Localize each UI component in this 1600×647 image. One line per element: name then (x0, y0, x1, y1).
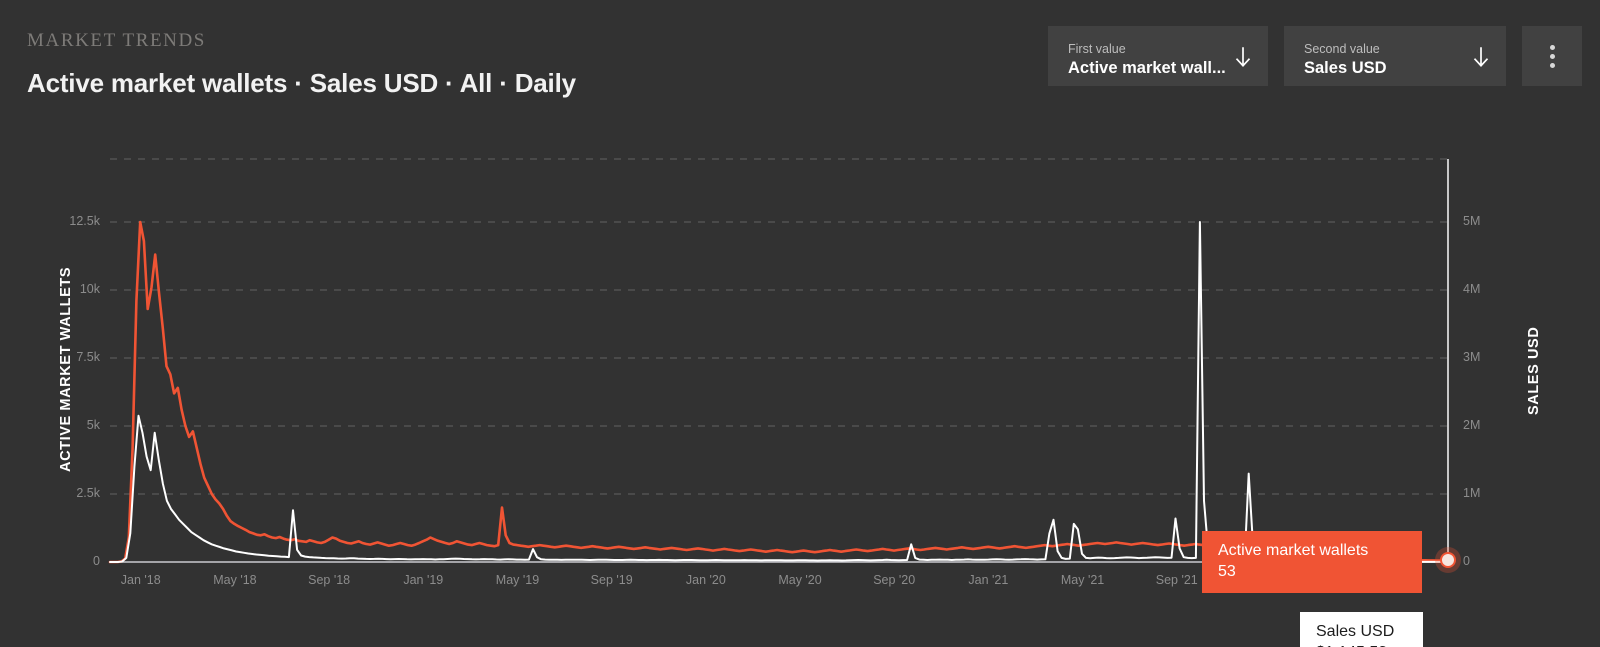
x-tick: Jan '18 (120, 573, 161, 587)
gridlines (110, 158, 1448, 495)
y-tick-left: 0 (93, 554, 100, 568)
y-tick-left: 7.5k (76, 350, 100, 364)
x-tick: May '21 (1060, 573, 1105, 587)
market-trends-chart-page: MARKET TRENDS Active market wallets · Sa… (0, 0, 1600, 647)
chart-controls: First value Active market wall... Second… (1048, 26, 1582, 86)
series-line-sales-usd (109, 221, 1449, 563)
more-options-button[interactable] (1522, 26, 1582, 86)
second-value-value: Sales USD (1304, 59, 1387, 77)
cursor-layer (1435, 159, 1461, 573)
series-layer (108, 220, 1450, 564)
page-header: MARKET TRENDS Active market wallets · Sa… (0, 0, 1600, 110)
arrow-down-icon (1472, 45, 1490, 69)
chart-area: ACTIVE MARKET WALLETS SALES USD 0 2.5k 5k 7… (0, 110, 1600, 647)
x-tick: Jan '21 (968, 573, 1009, 587)
x-tick: Sep '19 (590, 573, 633, 587)
tooltip-series1-value: 53 (1218, 563, 1236, 580)
tooltip-series2-value: $1,145.53 (1316, 642, 1409, 647)
y-tick-right: 4M (1463, 282, 1481, 296)
x-tick: May '18 (213, 573, 257, 587)
tooltip-active-market-wallets: Active market wallets 53 (1202, 531, 1422, 593)
y-tick-left: 10k (79, 282, 100, 296)
first-value-select[interactable]: First value Active market wall... (1048, 26, 1268, 86)
cursor-marker (1440, 552, 1456, 568)
y-tick-right: 0 (1463, 554, 1470, 568)
tooltip-series1-title: Active market wallets (1218, 542, 1369, 559)
y-tick-right: 2M (1463, 418, 1481, 432)
y-tick-left: 12.5k (69, 214, 100, 228)
y-tick-right: 5M (1463, 214, 1481, 228)
first-value-value: Active market wall... (1068, 59, 1226, 77)
page-title: Active market wallets · Sales USD · All … (27, 68, 576, 98)
x-tick: Jan '20 (685, 573, 726, 587)
second-value-select[interactable]: Second value Sales USD (1284, 26, 1506, 86)
first-value-label: First value (1068, 42, 1126, 56)
x-tick: May '20 (778, 573, 822, 587)
tooltip-series2-title: Sales USD (1316, 623, 1395, 640)
y-tick-left: 2.5k (76, 486, 100, 500)
x-tick: Sep '18 (308, 573, 351, 587)
x-tick: Jan '19 (403, 573, 444, 587)
x-tick: Sep '20 (873, 573, 916, 587)
y-tick-left: 5k (86, 418, 100, 432)
x-tick: May '19 (495, 573, 540, 587)
kebab-menu-icon (1549, 44, 1555, 68)
y-tick-right: 1M (1463, 486, 1481, 500)
tooltip-sales-usd: Sales USD $1,145.53 (1300, 612, 1423, 647)
arrow-down-icon (1234, 45, 1252, 69)
y-tick-right: 3M (1463, 350, 1481, 364)
section-eyebrow: MARKET TRENDS (27, 30, 206, 51)
second-value-label: Second value (1304, 42, 1380, 56)
